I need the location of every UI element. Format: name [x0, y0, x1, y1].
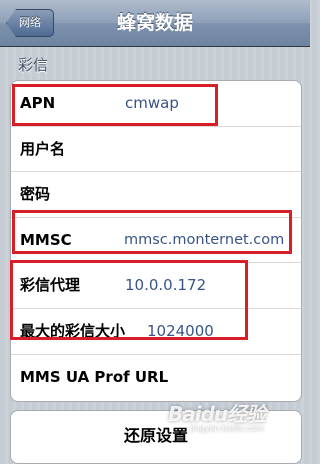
mmsc-value[interactable]: mmsc.monternet.com: [124, 218, 284, 263]
section-header-mms: 彩信: [18, 56, 49, 74]
mmsc-row[interactable]: MMSC mmsc.monternet.com: [11, 218, 301, 264]
mms-proxy-value[interactable]: 10.0.0.172: [125, 263, 206, 308]
page-title: 蜂窝数据: [116, 12, 193, 34]
password-row[interactable]: 密码: [11, 172, 301, 218]
password-label: 密码: [20, 185, 51, 204]
mms-proxy-label: 彩信代理: [20, 276, 81, 295]
username-label: 用户名: [20, 139, 66, 158]
watermark-logo: Baidu经验: [168, 402, 266, 426]
max-mms-size-value[interactable]: 1024000: [147, 309, 214, 354]
apn-label: APN: [20, 94, 56, 112]
mms-ua-prof-url-row[interactable]: MMS UA Prof URL: [11, 355, 301, 401]
navigation-bar: 网络 蜂窝数据: [0, 0, 310, 47]
baidu-watermark: Baidu经验 jingyan.baidu.com: [168, 398, 266, 433]
mms-ua-prof-url-label: MMS UA Prof URL: [20, 367, 169, 386]
apn-value[interactable]: cmwap: [125, 81, 179, 126]
username-row[interactable]: 用户名: [11, 127, 301, 173]
max-mms-size-row[interactable]: 最大的彩信大小 1024000: [11, 309, 301, 355]
mms-settings-group: APN cmwap 用户名 密码 MMSC mmsc.monternet.com…: [10, 80, 302, 402]
watermark-url: jingyan.baidu.com: [190, 424, 264, 433]
apn-row[interactable]: APN cmwap: [11, 81, 301, 127]
mmsc-label: MMSC: [20, 230, 72, 249]
mms-proxy-row[interactable]: 彩信代理 10.0.0.172: [11, 263, 301, 309]
max-mms-size-label: 最大的彩信大小: [20, 321, 126, 340]
